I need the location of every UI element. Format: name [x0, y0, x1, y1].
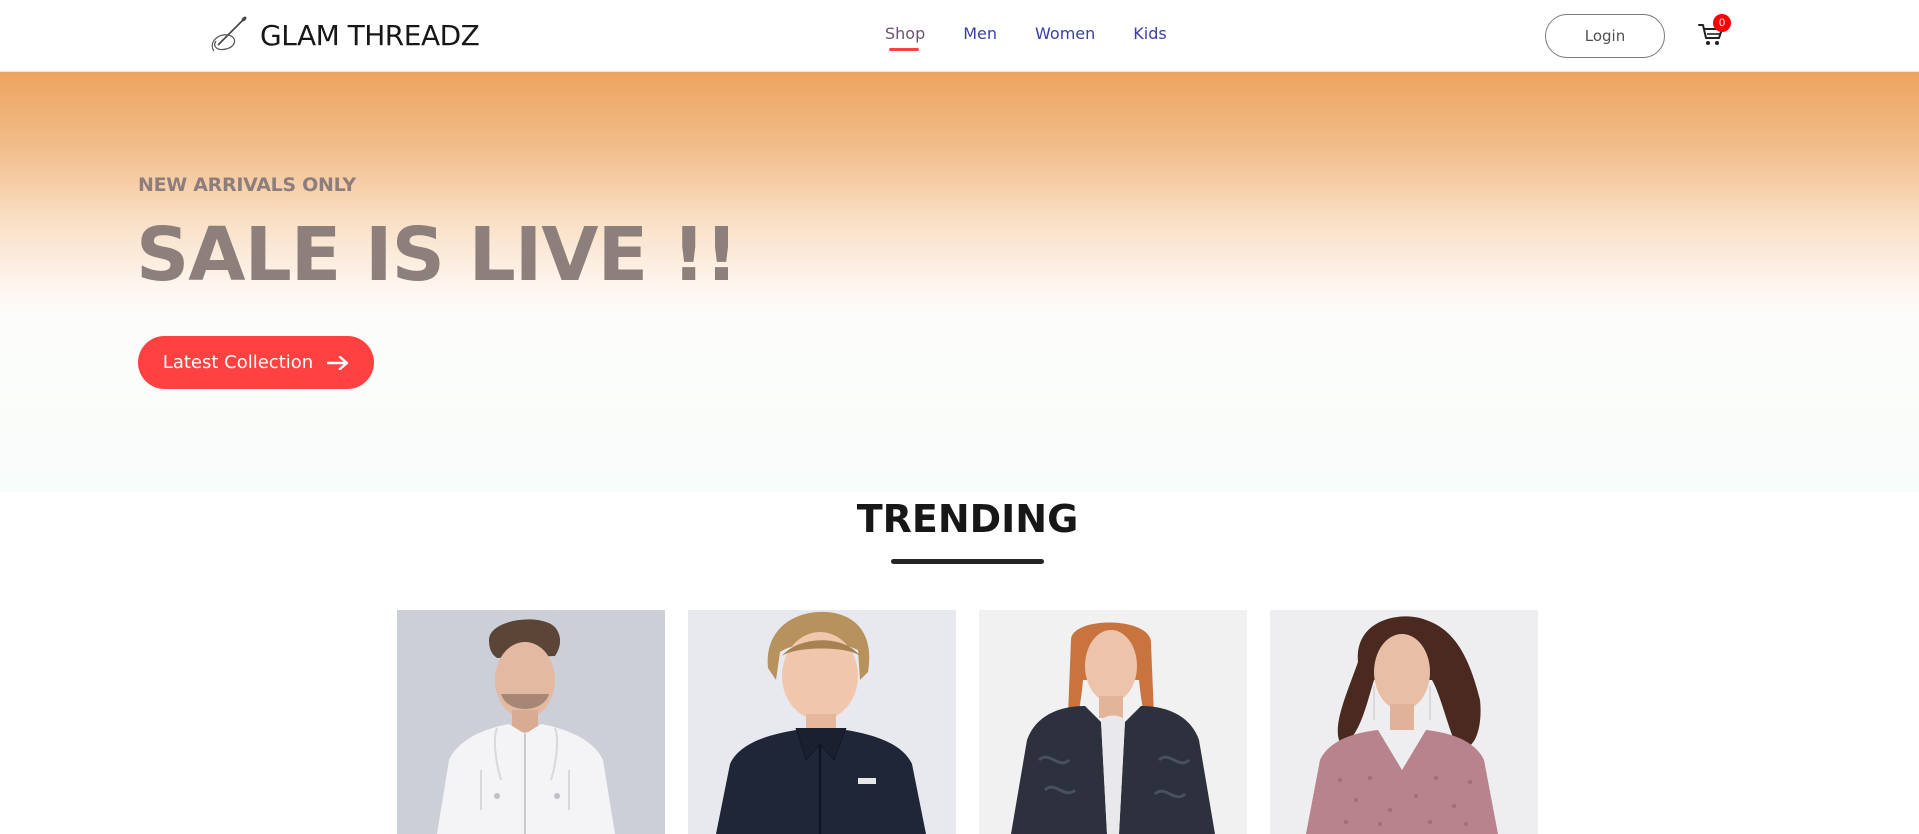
brand-logo[interactable]: GLAM THREADZ	[206, 12, 480, 58]
arrow-right-icon	[327, 355, 349, 370]
nav-kids-label: Kids	[1133, 24, 1167, 43]
latest-collection-button[interactable]: Latest Collection	[138, 336, 374, 389]
trending-products	[397, 610, 1538, 834]
login-button[interactable]: Login	[1545, 14, 1665, 58]
cart-count-badge: 0	[1713, 14, 1731, 32]
latest-collection-label: Latest Collection	[162, 352, 314, 373]
product-image-woman-pink-dress	[1270, 610, 1538, 834]
product-card-woman-pink-dress[interactable]	[1270, 610, 1538, 834]
navbar: GLAM THREADZ Shop Men Women Kids Login 0	[0, 0, 1919, 72]
product-image-boy-navy-jacket	[688, 610, 956, 834]
nav-shop[interactable]: Shop	[885, 24, 925, 52]
product-image-woman-fur-coat	[979, 610, 1247, 834]
nav-women-label: Women	[1035, 24, 1096, 43]
trending-divider	[891, 559, 1044, 564]
nav-shop-label: Shop	[885, 24, 926, 43]
hero-kicker: NEW ARRIVALS ONLY	[138, 174, 356, 196]
nav-active-underline	[889, 48, 919, 51]
product-card-woman-fur-coat[interactable]	[979, 610, 1247, 834]
trending-title: TRENDING	[856, 497, 1079, 541]
hero-title: SALE IS LIVE !!	[136, 212, 738, 298]
needle-thread-icon	[211, 16, 247, 52]
product-card-boy-navy-jacket[interactable]	[688, 610, 956, 834]
nav-men-label: Men	[963, 24, 998, 43]
nav-men[interactable]: Men	[963, 24, 997, 52]
product-image-man-white-hooded-jacket	[397, 610, 665, 834]
main-nav: Shop Men Women Kids	[885, 24, 1167, 52]
hero-banner: NEW ARRIVALS ONLY SALE IS LIVE !! Latest…	[0, 72, 1919, 492]
brand-name: GLAM THREADZ	[260, 18, 480, 52]
product-card-man-white-jacket[interactable]	[397, 610, 665, 834]
nav-women[interactable]: Women	[1035, 24, 1095, 52]
nav-kids[interactable]: Kids	[1133, 24, 1166, 52]
